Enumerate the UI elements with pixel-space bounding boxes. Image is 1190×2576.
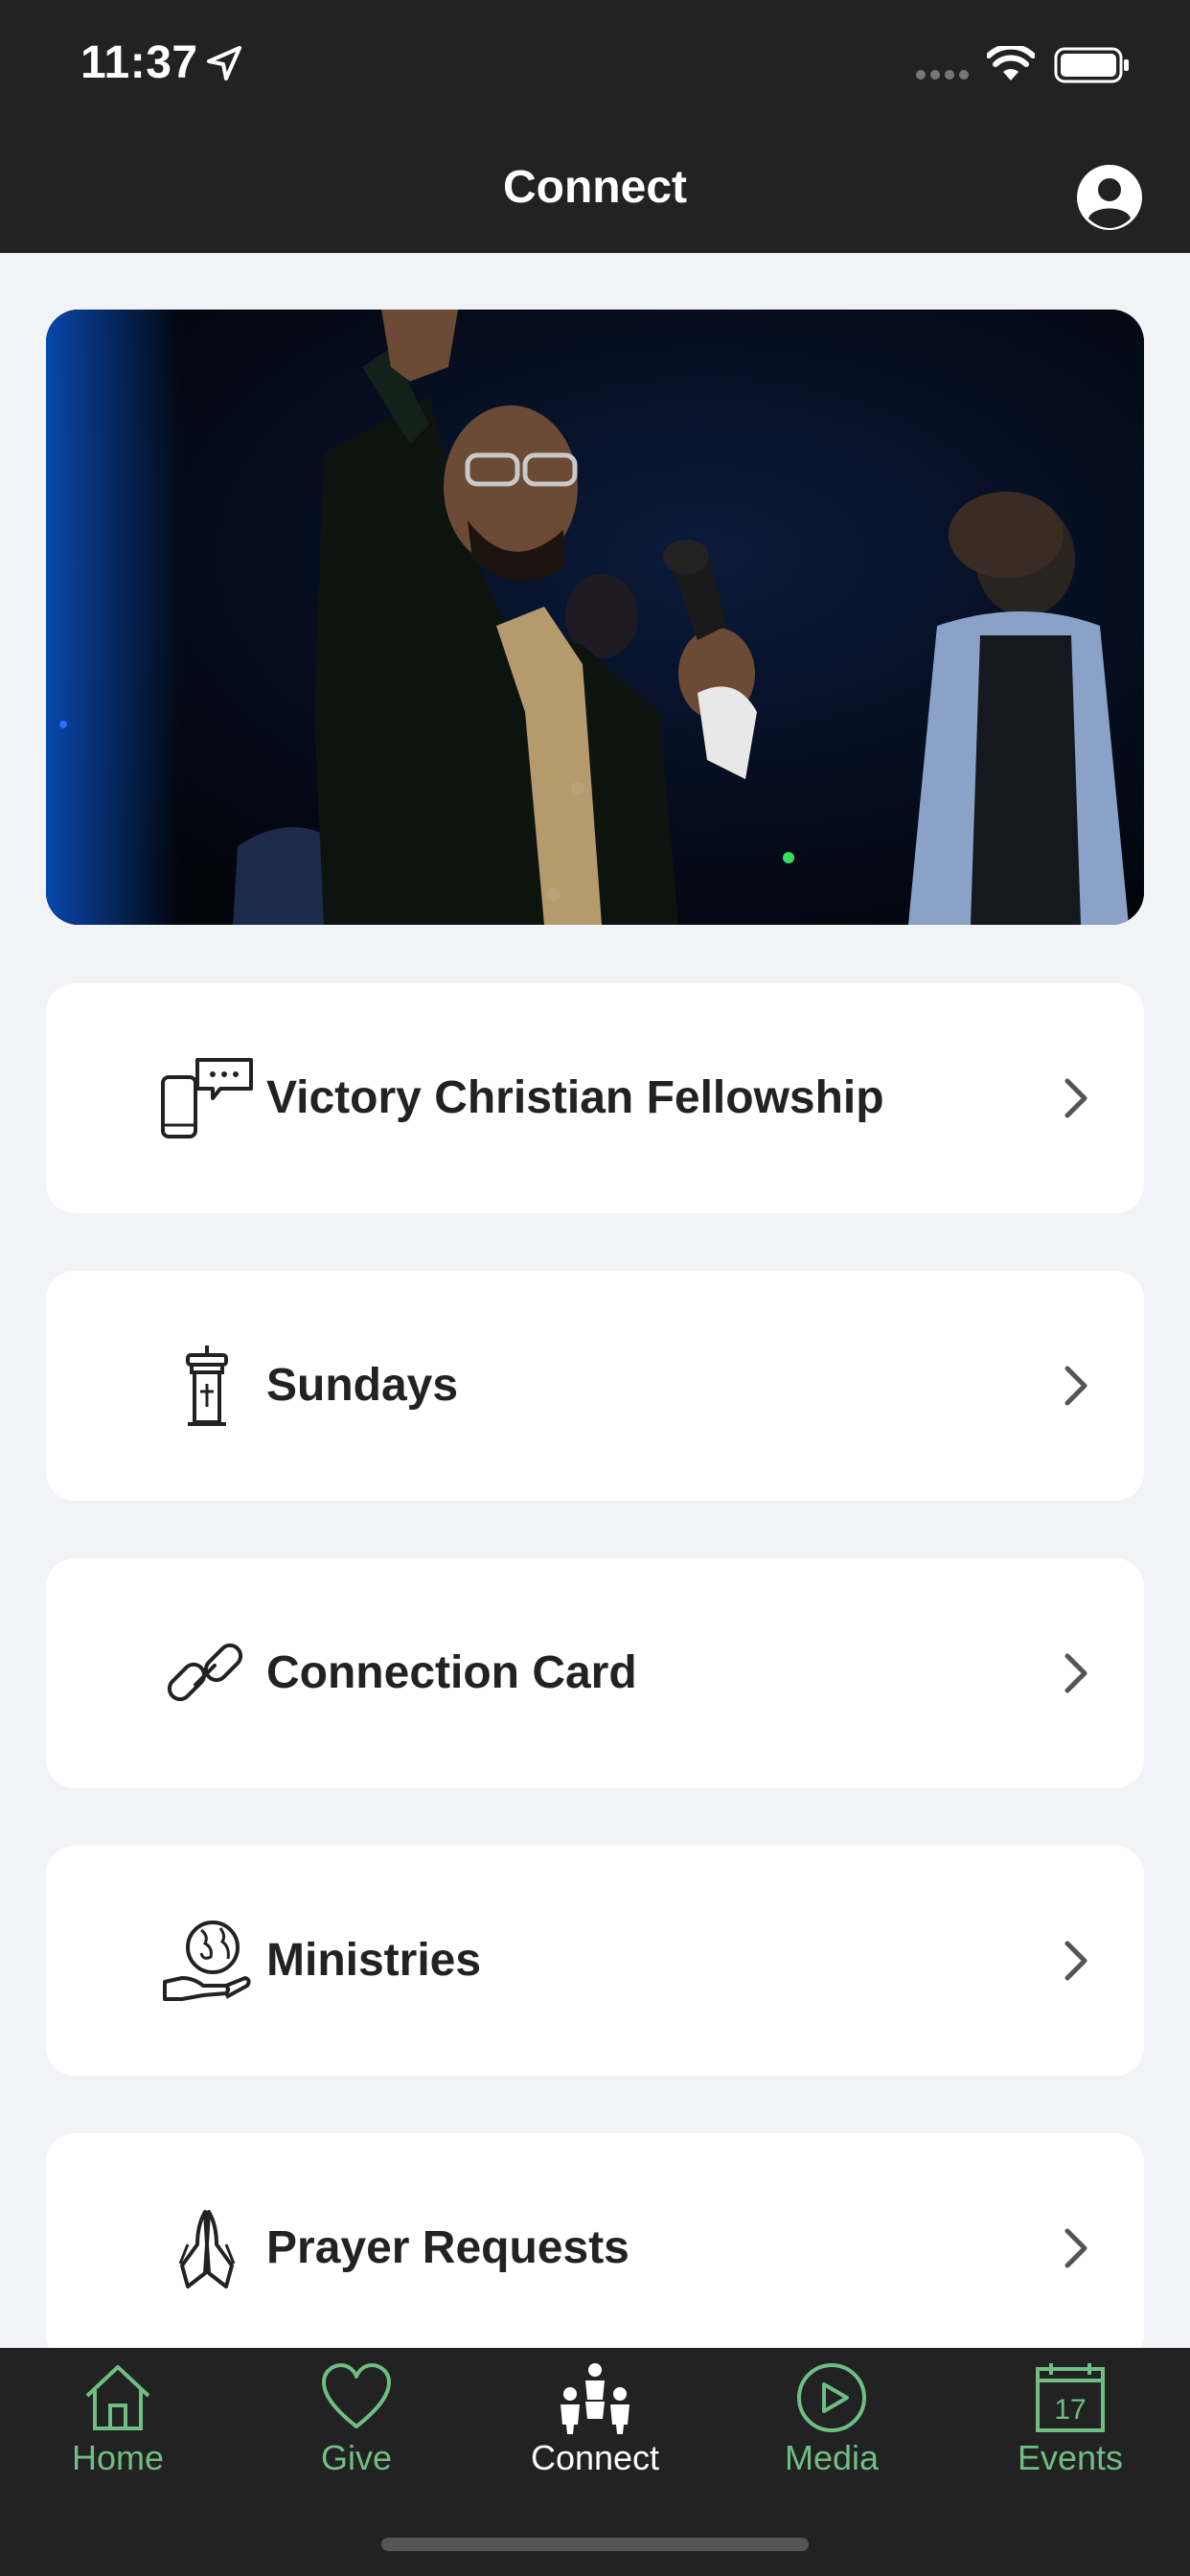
- menu-item-label: Victory Christian Fellowship: [266, 1072, 884, 1123]
- chevron-right-icon: [1064, 1078, 1087, 1118]
- menu-item-prayer-requests[interactable]: Prayer Requests: [46, 2133, 1144, 2363]
- page-title: Connect: [503, 162, 687, 213]
- pulpit-icon: [186, 1346, 228, 1426]
- tab-label: Give: [320, 2438, 393, 2477]
- status-time: 11:37: [80, 37, 198, 88]
- phone-chat-icon: [161, 1058, 253, 1138]
- tab-label: Home: [71, 2438, 165, 2477]
- preacher-photo: [46, 310, 1144, 925]
- tab-give[interactable]: Give: [261, 2348, 452, 2501]
- calendar-icon: 17: [1036, 2363, 1105, 2432]
- location-arrow-icon: [207, 46, 241, 80]
- calendar-day: 17: [1054, 2394, 1086, 2426]
- hero-image[interactable]: [46, 310, 1144, 925]
- menu-item-victory-christian-fellowship[interactable]: Victory Christian Fellowship: [46, 983, 1144, 1213]
- nav-bar: Connect: [0, 126, 1190, 253]
- globe-hand-icon: [163, 1920, 251, 2001]
- praying-hands-icon: [178, 2210, 236, 2288]
- status-bar: 11:37: [0, 0, 1190, 126]
- menu-item-sundays[interactable]: Sundays: [46, 1271, 1144, 1501]
- chevron-right-icon: [1064, 2228, 1087, 2268]
- signal-icon: [916, 70, 969, 80]
- heart-icon: [322, 2363, 391, 2428]
- menu-item-label: Sundays: [266, 1360, 459, 1411]
- home-indicator: [381, 2538, 809, 2551]
- tab-connect[interactable]: Connect: [499, 2348, 691, 2501]
- chevron-right-icon: [1064, 1366, 1087, 1406]
- menu-item-label: Connection Card: [266, 1647, 637, 1698]
- tab-media[interactable]: Media: [736, 2348, 927, 2501]
- battery-icon: [1054, 47, 1129, 83]
- people-icon: [561, 2363, 629, 2434]
- menu-item-connection-card[interactable]: Connection Card: [46, 1558, 1144, 1788]
- home-icon: [85, 2365, 150, 2430]
- tab-label: Events: [1017, 2438, 1124, 2477]
- tab-events[interactable]: 17 Events: [974, 2348, 1166, 2501]
- chevron-right-icon: [1064, 1653, 1087, 1693]
- tab-label: Media: [784, 2438, 880, 2477]
- play-icon: [797, 2363, 866, 2432]
- menu-item-label: Prayer Requests: [266, 2222, 629, 2273]
- chevron-right-icon: [1064, 1941, 1087, 1981]
- tab-label: Connect: [530, 2438, 660, 2477]
- profile-icon[interactable]: [1075, 163, 1144, 232]
- wifi-icon: [987, 46, 1035, 80]
- menu-item-ministries[interactable]: Ministries: [46, 1846, 1144, 2076]
- tab-home[interactable]: Home: [22, 2348, 214, 2501]
- link-icon: [167, 1643, 243, 1702]
- menu-item-label: Ministries: [266, 1935, 482, 1986]
